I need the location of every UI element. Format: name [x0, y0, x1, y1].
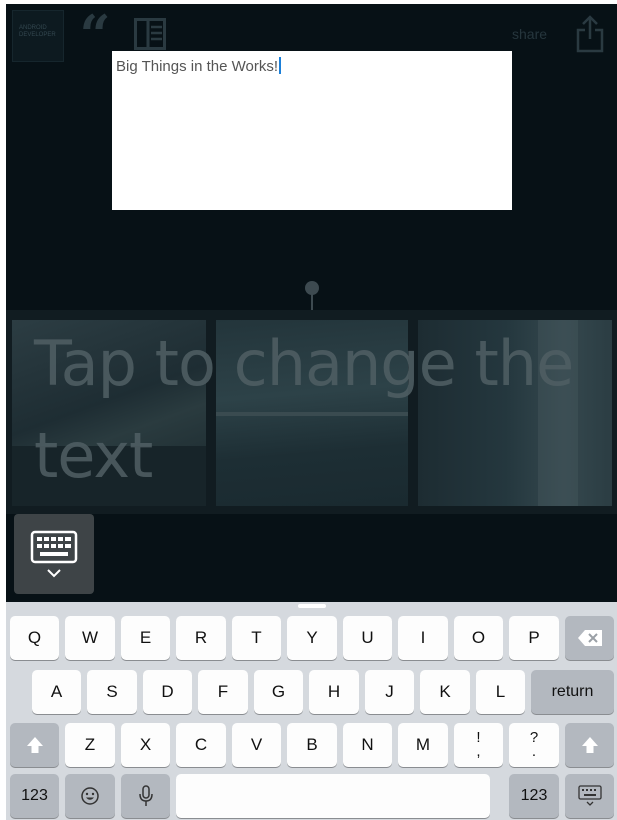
onscreen-keyboard: Q W E R T Y U I O P A S D F G H J K L re… — [6, 602, 617, 820]
app-screen: ANDROID DEVELOPER “ share Big Things in … — [6, 4, 617, 820]
backspace-icon — [577, 630, 602, 646]
numbers-key-left[interactable]: 123 — [10, 774, 59, 818]
key-period-label: . — [531, 743, 537, 760]
key-comma-label: , — [476, 743, 481, 760]
key-w[interactable]: W — [65, 616, 115, 660]
return-key[interactable]: return — [531, 670, 614, 714]
backspace-key[interactable] — [565, 616, 614, 660]
emoji-icon — [81, 787, 99, 805]
key-o[interactable]: O — [454, 616, 503, 660]
key-i[interactable]: I — [398, 616, 448, 660]
space-key[interactable] — [176, 774, 490, 818]
key-s[interactable]: S — [87, 670, 137, 714]
key-b[interactable]: B — [287, 723, 337, 767]
key-d[interactable]: D — [143, 670, 192, 714]
overlay-text[interactable]: Tap to change the text — [34, 318, 594, 502]
key-y[interactable]: Y — [287, 616, 337, 660]
share-button[interactable] — [574, 14, 606, 54]
key-question-period[interactable]: ? . — [509, 723, 559, 767]
keyboard-dismiss-icon — [577, 785, 602, 806]
text-caret — [279, 57, 281, 74]
key-p[interactable]: P — [509, 616, 559, 660]
key-z[interactable]: Z — [65, 723, 115, 767]
key-v[interactable]: V — [232, 723, 281, 767]
shift-key-right[interactable] — [565, 723, 614, 767]
key-l[interactable]: L — [476, 670, 525, 714]
layout-icon — [134, 18, 166, 50]
pin-stem — [311, 294, 313, 310]
key-h[interactable]: H — [309, 670, 359, 714]
key-x[interactable]: X — [121, 723, 170, 767]
key-a[interactable]: A — [32, 670, 81, 714]
key-g[interactable]: G — [254, 670, 303, 714]
key-t[interactable]: T — [232, 616, 281, 660]
key-e[interactable]: E — [121, 616, 170, 660]
text-editor[interactable]: Big Things in the Works! — [112, 51, 512, 210]
pin-handle[interactable] — [305, 281, 319, 295]
numbers-key-right[interactable]: 123 — [509, 774, 559, 818]
keyboard-icon — [30, 530, 78, 578]
share-label[interactable]: share — [512, 26, 547, 42]
shift-icon — [26, 737, 43, 753]
microphone-icon — [138, 785, 153, 806]
key-exclamation-comma[interactable]: ! , — [454, 723, 503, 767]
image-strip[interactable]: Tap to change the text — [6, 310, 617, 514]
quote-icon: “ — [79, 4, 110, 67]
text-editor-value: Big Things in the Works! — [116, 58, 279, 75]
shift-key-left[interactable] — [10, 723, 59, 767]
hide-keyboard-button[interactable] — [14, 514, 94, 594]
key-q[interactable]: Q — [10, 616, 59, 660]
share-icon — [576, 15, 604, 53]
shift-icon — [581, 737, 598, 753]
key-u[interactable]: U — [343, 616, 392, 660]
microphone-key[interactable] — [121, 774, 170, 818]
key-n[interactable]: N — [343, 723, 392, 767]
key-r[interactable]: R — [176, 616, 226, 660]
key-j[interactable]: J — [365, 670, 414, 714]
key-m[interactable]: M — [398, 723, 448, 767]
app-logo[interactable]: ANDROID DEVELOPER — [12, 10, 64, 62]
dismiss-keyboard-key[interactable] — [565, 774, 614, 818]
quote-style-button[interactable]: “ — [70, 8, 114, 62]
keyboard-grabber[interactable] — [298, 604, 326, 608]
key-k[interactable]: K — [420, 670, 470, 714]
layout-button[interactable] — [134, 18, 166, 50]
key-f[interactable]: F — [198, 670, 248, 714]
key-c[interactable]: C — [176, 723, 226, 767]
emoji-key[interactable] — [65, 774, 115, 818]
